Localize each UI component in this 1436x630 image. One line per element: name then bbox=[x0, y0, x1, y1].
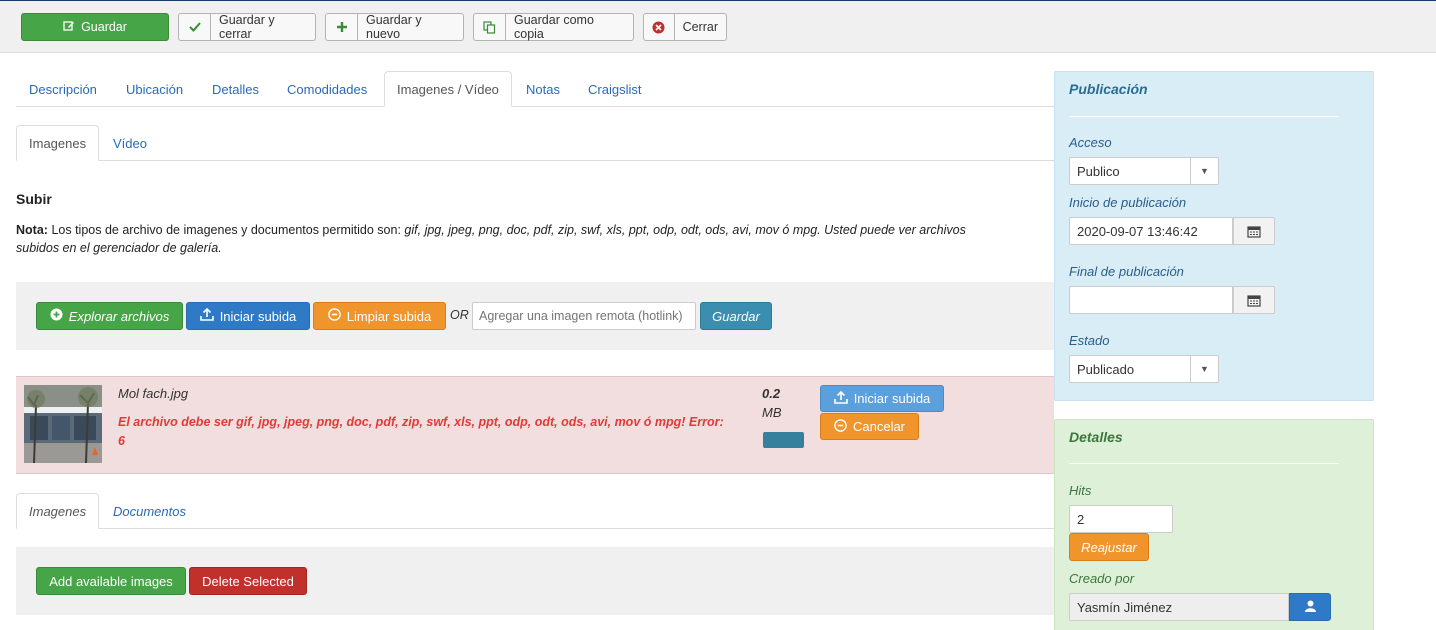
save-copy-button[interactable]: Guardar como copia bbox=[473, 13, 634, 41]
delete-selected-button[interactable]: Delete Selected bbox=[189, 567, 307, 595]
plus-icon bbox=[326, 14, 358, 40]
calendar-icon[interactable] bbox=[1233, 286, 1275, 314]
upload-icon bbox=[199, 307, 214, 324]
bottom-tabs: Imagenes Documentos bbox=[16, 493, 1054, 529]
file-size-unit: MB bbox=[762, 405, 782, 420]
sub-tabs: Imagenes Vídeo bbox=[16, 125, 1054, 161]
file-name: Mol fach.jpg bbox=[118, 386, 189, 401]
file-error: El archivo debe ser gif, jpg, jpeg, png,… bbox=[118, 415, 724, 448]
hits-label: Hits bbox=[1069, 483, 1092, 498]
file-size-value: 0.2 bbox=[762, 386, 781, 401]
close-circle-icon bbox=[644, 14, 675, 40]
access-label: Acceso bbox=[1069, 135, 1112, 150]
start-publish-label: Inicio de publicación bbox=[1069, 195, 1187, 210]
close-button[interactable]: Cerrar bbox=[643, 13, 727, 41]
start-publish-input[interactable]: 2020-09-07 13:46:42 bbox=[1069, 217, 1233, 245]
access-select[interactable]: Publico ▼ bbox=[1069, 157, 1219, 185]
remote-image-input[interactable] bbox=[472, 302, 696, 330]
edit-icon bbox=[63, 20, 75, 35]
reset-hits-button[interactable]: Reajustar bbox=[1069, 533, 1149, 561]
upload-heading: Subir bbox=[16, 191, 52, 207]
details-panel: Detalles Hits 2 Reajustar Creado por Yas… bbox=[1054, 419, 1374, 630]
check-icon bbox=[179, 14, 211, 40]
minus-circle-icon bbox=[834, 418, 847, 435]
tab-detalles[interactable]: Detalles bbox=[200, 71, 271, 107]
save-remote-button[interactable]: Guardar bbox=[700, 302, 772, 330]
caret-down-icon: ▼ bbox=[1190, 356, 1218, 382]
browse-files-button[interactable]: Explorar archivos bbox=[36, 302, 183, 330]
save-button[interactable]: Guardar bbox=[21, 13, 169, 41]
created-by-label: Creado por bbox=[1069, 571, 1135, 586]
save-close-button[interactable]: Guardar y cerrar bbox=[178, 13, 316, 41]
state-label: Estado bbox=[1069, 333, 1110, 348]
plus-circle-icon bbox=[50, 308, 63, 324]
details-title: Detalles bbox=[1069, 429, 1123, 445]
publication-panel: Publicación Acceso Publico ▼ Inicio de p… bbox=[1054, 71, 1374, 401]
upload-icon bbox=[833, 390, 848, 407]
divider bbox=[1069, 116, 1339, 117]
divider bbox=[1069, 463, 1339, 464]
clear-upload-button[interactable]: Limpiar subida bbox=[313, 302, 446, 330]
tab-descripcion[interactable]: Descripción bbox=[17, 71, 109, 107]
minus-circle-icon bbox=[327, 308, 341, 324]
state-select[interactable]: Publicado ▼ bbox=[1069, 355, 1219, 383]
or-label: OR bbox=[450, 308, 469, 322]
file-start-upload-button[interactable]: Iniciar subida bbox=[820, 385, 944, 412]
tab-comodidades[interactable]: Comodidades bbox=[275, 71, 379, 107]
publication-title: Publicación bbox=[1069, 81, 1148, 97]
save-new-button[interactable]: Guardar y nuevo bbox=[325, 13, 464, 41]
calendar-icon[interactable] bbox=[1233, 217, 1275, 245]
hits-input[interactable]: 2 bbox=[1069, 505, 1173, 533]
file-cancel-button[interactable]: Cancelar bbox=[820, 413, 919, 440]
tab-imagenes[interactable]: Imagenes bbox=[16, 125, 100, 161]
add-available-images-button[interactable]: Add available images bbox=[36, 567, 186, 595]
file-progress-bar bbox=[763, 432, 804, 448]
created-by-input: Yasmín Jiménez bbox=[1069, 593, 1289, 621]
copy-icon bbox=[474, 14, 506, 40]
file-thumbnail bbox=[24, 385, 102, 463]
toolbar: Guardar Guardar y cerrar Guardar y nuevo… bbox=[0, 0, 1436, 53]
tab-imagenes-video[interactable]: Imagenes / Vídeo bbox=[384, 71, 512, 107]
tab-video[interactable]: Vídeo bbox=[101, 125, 159, 161]
tab-bottom-imagenes[interactable]: Imagenes bbox=[16, 493, 100, 529]
main-tabs: Descripción Ubicación Detalles Comodidad… bbox=[16, 71, 1054, 107]
user-icon bbox=[1304, 600, 1316, 615]
tab-ubicacion[interactable]: Ubicación bbox=[114, 71, 195, 107]
start-upload-button[interactable]: Iniciar subida bbox=[186, 302, 310, 330]
upload-note: Nota: Los tipos de archivo de imagenes y… bbox=[16, 223, 966, 255]
end-publish-input[interactable] bbox=[1069, 286, 1233, 314]
tab-notas[interactable]: Notas bbox=[514, 71, 572, 107]
tab-craigslist[interactable]: Craigslist bbox=[576, 71, 653, 107]
caret-down-icon: ▼ bbox=[1190, 158, 1218, 184]
select-user-button[interactable] bbox=[1289, 593, 1331, 621]
end-publish-label: Final de publicación bbox=[1069, 264, 1184, 279]
tab-bottom-documentos[interactable]: Documentos bbox=[101, 493, 198, 529]
